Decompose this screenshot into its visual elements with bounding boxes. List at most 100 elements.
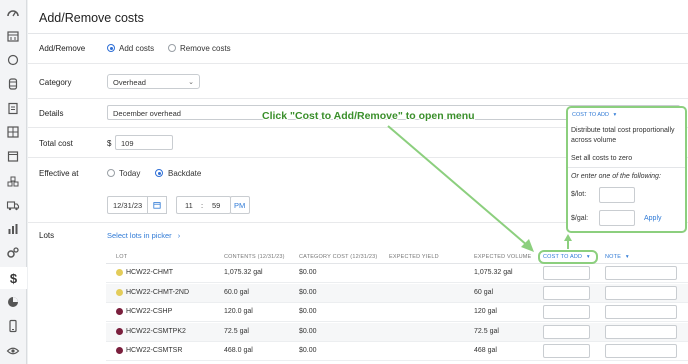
details-value: December overhead [113,109,181,118]
note-input[interactable] [605,305,677,319]
today-radio[interactable] [107,169,115,177]
chevron-down-icon: ⌄ [188,79,194,86]
apply-button[interactable]: Apply [644,214,674,224]
per-lot-input[interactable] [599,187,635,203]
eye-icon[interactable] [6,344,20,358]
expected-volume-cell: 1,075.32 gal [474,269,513,276]
lot-color-dot [116,288,123,296]
contents-cell: 468.0 gal [224,347,253,354]
select-lots-text: Select lots in picker [107,231,172,240]
cost-to-add-input[interactable] [543,266,590,280]
box-icon[interactable] [6,149,20,163]
category-value: Overhead [113,78,146,87]
date-value: 12/31/23 [113,201,143,210]
date-input[interactable]: 12/31/23 [107,196,167,214]
add-remove-label: Add/Remove [39,44,86,53]
lot-name[interactable]: HCW22-CHMT-2ND [126,289,189,296]
cost-to-add-menu: COST TO ADD ▾ Distribute total cost prop… [566,106,687,233]
category-label: Category [39,78,72,87]
remove-costs-radio[interactable] [168,44,176,52]
today-label[interactable]: Today [119,169,140,178]
hour-value: 11 [185,201,193,210]
select-lots-link[interactable]: Select lots in picker › [107,231,180,240]
lot-name[interactable]: HCW22-CSHP [126,308,172,315]
set-zero-option[interactable]: Set all costs to zero [571,154,683,164]
total-cost-input[interactable]: 109 [115,135,173,150]
calendar-picker-icon[interactable] [147,196,167,214]
page-title: Add/Remove costs [39,11,144,25]
expected-yield-header: EXPECTED YIELD [389,254,439,260]
header-divider [28,33,688,34]
instruction-callout: Click "Cost to Add/Remove" to open menu [262,110,475,122]
category-cost-cell: $0.00 [299,347,317,354]
cost-to-add-input[interactable] [543,305,590,319]
gears-icon[interactable] [6,246,20,260]
expected-volume-header: EXPECTED VOLUME [474,254,532,260]
time-separator: : [201,201,204,210]
lot-name[interactable]: HCW22-CSMTSR [126,347,182,354]
backdate-radio[interactable] [155,169,163,177]
time-input[interactable]: 11 : 59 [176,196,231,214]
dashboard-icon[interactable] [6,6,20,20]
expected-volume-cell: 72.5 gal [474,327,499,335]
lot-color-dot [116,269,123,276]
table-row: HCW22-CHMT 1,075.32 gal $0.00 1,075.32 gal [106,264,688,283]
note-header-text: NOTE [605,254,622,260]
note-header[interactable]: NOTE ▾ [605,254,629,260]
cost-to-add-input[interactable] [543,285,590,300]
or-enter-text: Or enter one of the following: [571,173,661,180]
row-divider [28,98,688,99]
chevron-down-icon: ▾ [625,254,629,260]
distribute-option[interactable]: Distribute total cost proportionally acr… [571,126,683,145]
minute-value: 59 [212,201,221,210]
table-row: HCW22-CSHP 120.0 gal $0.00 120 gal [106,303,688,322]
clipboard-icon[interactable] [6,101,20,115]
contents-cell: 1,075.32 gal [224,269,263,276]
note-input[interactable] [605,285,677,300]
remove-costs-label[interactable]: Remove costs [180,44,231,53]
expected-volume-cell: 120 gal [474,308,497,315]
ampm-toggle[interactable]: PM [230,196,250,214]
lot-name[interactable]: HCW22-CHMT [126,269,173,276]
expected-volume-cell: 60 gal [474,288,494,296]
add-costs-radio[interactable] [107,44,115,52]
calendar-icon[interactable] [6,29,20,43]
chevron-down-icon: ▾ [613,112,617,118]
cost-to-add-highlight [538,250,598,264]
note-input[interactable] [605,344,677,358]
table-row: HCW22-CHMT-2ND 60.0 gal $0.00 60 gal [106,283,688,303]
note-input[interactable] [605,324,677,339]
menu-header[interactable]: COST TO ADD ▾ [572,112,616,118]
note-input[interactable] [605,266,677,280]
category-select[interactable]: Overhead ⌄ [107,74,200,89]
contents-cell: 72.5 gal [224,327,249,335]
lot-color-dot [116,308,123,315]
backdate-label[interactable]: Backdate [168,169,201,178]
total-cost-label: Total cost [39,139,73,148]
bar-chart-icon[interactable] [6,222,20,236]
category-cost-cell: $0.00 [299,327,317,335]
contents-header: CONTENTS (12/31/23) [224,254,285,260]
phone-icon[interactable] [6,319,20,333]
cost-to-add-input[interactable] [543,324,590,339]
stack-icon[interactable] [6,174,20,188]
barrel-icon[interactable] [6,77,20,91]
cost-to-add-input[interactable] [543,344,590,358]
category-cost-cell: $0.00 [299,308,317,315]
menu-divider [568,167,685,168]
pie-chart-icon[interactable] [6,295,20,309]
dollar-icon[interactable]: $ [0,267,27,289]
details-label: Details [39,109,64,118]
contents-cell: 60.0 gal [224,288,249,296]
effective-at-label: Effective at [39,169,79,178]
per-gal-input[interactable] [599,210,635,226]
lot-color-dot [116,347,123,354]
main-panel: Add/Remove costs Add/Remove Add costs Re… [28,0,688,364]
lot-name[interactable]: HCW22-CSMTPK2 [126,328,186,335]
circle-icon[interactable] [6,53,20,67]
table-row: HCW22-CSMTPK2 72.5 gal $0.00 72.5 gal [106,322,688,342]
truck-icon[interactable] [6,198,20,212]
grid-icon[interactable] [6,125,20,139]
table-row: HCW22-CSMTSR 468.0 gal $0.00 468 gal [106,342,688,361]
add-costs-label[interactable]: Add costs [119,44,154,53]
